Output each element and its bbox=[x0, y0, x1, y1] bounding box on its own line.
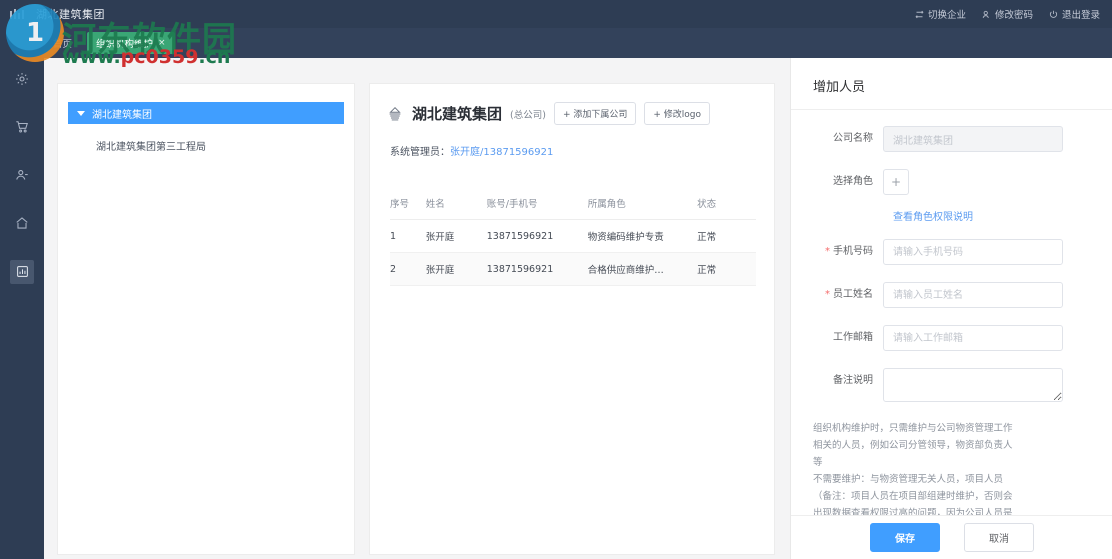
cell-account: 13871596921 bbox=[486, 219, 588, 253]
save-button[interactable]: 保存 bbox=[870, 523, 940, 552]
left-icon-rail bbox=[0, 28, 44, 559]
switch-icon bbox=[915, 10, 924, 19]
tab-strip: 首页 组织机构维护 × bbox=[0, 28, 1112, 58]
page-title: 湖北建筑集团 bbox=[412, 105, 503, 123]
switch-company-button[interactable]: 切换企业 bbox=[915, 7, 966, 21]
th-status: 状态 bbox=[697, 188, 756, 220]
cell-index: 2 bbox=[390, 252, 426, 286]
power-icon bbox=[1049, 10, 1058, 19]
system-admin-link[interactable]: 张开庭/13871596921 bbox=[450, 147, 553, 158]
org-detail-panel: 湖北建筑集团 (总公司) + 添加下属公司 + 修改logo 系统管理员：张开庭… bbox=[369, 83, 775, 555]
field-role: 选择角色 + bbox=[791, 169, 1092, 195]
org-type-label: (总公司) bbox=[510, 109, 546, 121]
email-label: 工作邮箱 bbox=[833, 332, 873, 343]
remark-label: 备注说明 bbox=[833, 375, 873, 386]
cell-name: 张开庭 bbox=[425, 219, 487, 253]
cell-name: 张开庭 bbox=[425, 252, 487, 286]
company-label: 公司名称 bbox=[833, 133, 873, 144]
tree-node-child-label: 湖北建筑集团第三工程局 bbox=[96, 142, 206, 153]
add-person-form: 公司名称 选择角色 + 查看角色权限说明 手机号码 员工姓名 工作邮箱 bbox=[791, 110, 1112, 402]
add-role-button[interactable]: + bbox=[883, 169, 909, 195]
cancel-button[interactable]: 取消 bbox=[964, 523, 1034, 552]
brand-logo-icon bbox=[0, 0, 34, 28]
tab-org-maintenance-label: 组织机构维护 bbox=[96, 39, 154, 50]
cell-index: 1 bbox=[390, 219, 426, 253]
org-tree-panel: 湖北建筑集团 湖北建筑集团第三工程局 bbox=[57, 83, 355, 555]
change-logo-button[interactable]: + 修改logo bbox=[644, 102, 710, 125]
field-remark: 备注说明 bbox=[791, 368, 1092, 402]
table-row[interactable]: 2 张开庭 13871596921 合格供应商维护… 正常 bbox=[390, 252, 756, 286]
cart-icon bbox=[15, 119, 29, 138]
rail-item-home[interactable] bbox=[10, 212, 34, 236]
cell-role: 物资编码维护专责 bbox=[587, 219, 698, 253]
employee-name-input[interactable] bbox=[883, 282, 1063, 308]
logout-label: 退出登录 bbox=[1061, 10, 1100, 21]
home-icon bbox=[15, 215, 29, 234]
drawer-footer: 保存 取消 bbox=[791, 515, 1112, 559]
status-badge: 正常 bbox=[697, 252, 756, 286]
chevron-down-icon[interactable] bbox=[77, 110, 85, 116]
phone-label: 手机号码 bbox=[791, 239, 883, 265]
company-logo-icon bbox=[386, 105, 404, 123]
employee-name-label: 员工姓名 bbox=[791, 282, 883, 308]
cell-account: 13871596921 bbox=[486, 252, 588, 286]
help-line: 相关的人员，例如公司分管领导，物资部负责人 bbox=[813, 440, 1013, 451]
tree-node-root-label: 湖北建筑集团 bbox=[92, 109, 152, 121]
user-icon bbox=[15, 167, 29, 186]
cell-role: 合格供应商维护… bbox=[587, 252, 698, 286]
top-header-bar: 湖北建筑集团 切换企业 修改密码 退出登录 bbox=[0, 0, 1112, 28]
field-employee-name: 员工姓名 bbox=[791, 282, 1092, 308]
brand-name: 湖北建筑集团 bbox=[36, 8, 105, 21]
user-table: 序号 姓名 账号/手机号 所属角色 状态 1 张开庭 13871596921 物… bbox=[390, 188, 756, 286]
org-detail-header: 湖北建筑集团 (总公司) + 添加下属公司 + 修改logo bbox=[370, 84, 774, 125]
rail-item-report[interactable] bbox=[10, 260, 34, 284]
rail-item-purchase[interactable] bbox=[10, 116, 34, 140]
tree-node-root[interactable]: 湖北建筑集团 bbox=[68, 102, 344, 124]
tab-home[interactable]: 首页 bbox=[44, 32, 81, 54]
th-name: 姓名 bbox=[425, 188, 487, 220]
table-header-row: 序号 姓名 账号/手机号 所属角色 状态 bbox=[390, 188, 756, 220]
system-admin-line: 系统管理员：张开庭/13871596921 bbox=[370, 125, 774, 158]
help-text-block: 组织机构维护时，只需维护与公司物资管理工作 相关的人员，例如公司分管领导，物资部… bbox=[791, 420, 1112, 522]
close-icon[interactable]: × bbox=[158, 38, 166, 48]
phone-input[interactable] bbox=[883, 239, 1063, 265]
logout-button[interactable]: 退出登录 bbox=[1049, 7, 1100, 21]
role-label: 选择角色 bbox=[833, 176, 873, 187]
tab-org-maintenance[interactable]: 组织机构维护 × bbox=[87, 32, 175, 54]
email-field[interactable] bbox=[883, 325, 1063, 351]
role-permission-link[interactable]: 查看角色权限说明 bbox=[791, 208, 1092, 223]
company-name-input bbox=[883, 126, 1063, 152]
tree-node-child[interactable]: 湖北建筑集团第三工程局 bbox=[96, 138, 354, 153]
field-phone: 手机号码 bbox=[791, 239, 1092, 265]
tab-home-label: 首页 bbox=[53, 39, 73, 50]
table-row[interactable]: 1 张开庭 13871596921 物资编码维护专责 正常 bbox=[390, 219, 756, 253]
help-line: 不需要维护：与物资管理无关人员，项目人员 bbox=[813, 474, 1004, 485]
gear-icon bbox=[15, 71, 29, 90]
top-nav: 切换企业 修改密码 退出登录 bbox=[915, 7, 1112, 21]
help-line: 组织机构维护时，只需维护与公司物资管理工作 bbox=[813, 423, 1013, 434]
th-role: 所属角色 bbox=[587, 188, 698, 220]
help-line: （备注：项目人员在项目部组建时维护，否则会 bbox=[813, 491, 1013, 502]
switch-company-label: 切换企业 bbox=[927, 10, 966, 21]
add-sub-company-button[interactable]: + 添加下属公司 bbox=[553, 102, 637, 125]
application-window: 湖北建筑集团 切换企业 修改密码 退出登录 首页 组织机构维护 × 湖北建筑集团… bbox=[0, 0, 1112, 559]
field-email: 工作邮箱 bbox=[791, 325, 1092, 351]
system-admin-label: 系统管理员： bbox=[390, 147, 450, 158]
change-password-label: 修改密码 bbox=[994, 10, 1033, 21]
field-company: 公司名称 bbox=[791, 126, 1092, 152]
remark-textarea[interactable] bbox=[883, 368, 1063, 402]
th-index: 序号 bbox=[390, 188, 426, 220]
user-key-icon bbox=[982, 10, 991, 19]
change-password-button[interactable]: 修改密码 bbox=[982, 7, 1033, 21]
status-badge: 正常 bbox=[697, 219, 756, 253]
th-account: 账号/手机号 bbox=[486, 188, 588, 220]
rail-item-settings[interactable] bbox=[10, 68, 34, 92]
help-line: 等 bbox=[813, 457, 823, 468]
report-icon bbox=[16, 263, 29, 282]
drawer-title: 增加人员 bbox=[791, 58, 1112, 110]
add-person-drawer: 增加人员 公司名称 选择角色 + 查看角色权限说明 手机号码 员工姓名 工作邮箱 bbox=[790, 58, 1112, 559]
rail-item-users[interactable] bbox=[10, 164, 34, 188]
